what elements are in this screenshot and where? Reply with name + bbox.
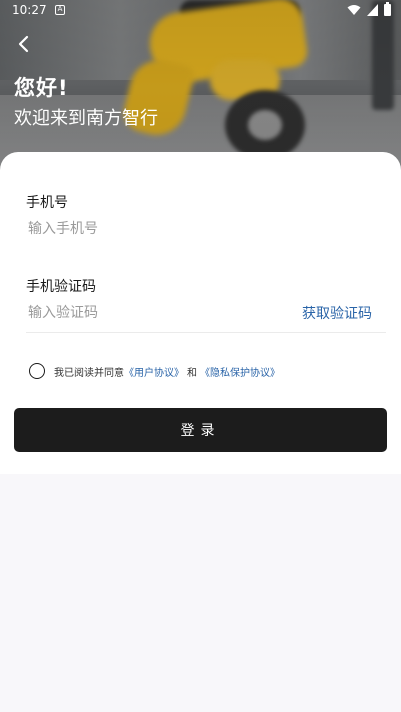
wifi-icon <box>347 5 361 15</box>
back-button[interactable] <box>12 32 36 56</box>
verification-code-input[interactable] <box>28 302 258 324</box>
greeting-subtitle: 欢迎来到南方智行 <box>14 108 158 129</box>
login-button[interactable]: 登录 <box>14 408 387 452</box>
greeting-title: 您好! <box>14 76 69 100</box>
phone-input[interactable] <box>28 218 368 240</box>
status-bar: 10:27 A <box>0 0 401 22</box>
battery-icon <box>384 2 391 16</box>
privacy-policy-link[interactable]: 《隐私保护协议》 <box>200 364 280 379</box>
agreement-and-text: 和 <box>187 367 197 379</box>
login-card: 手机号 手机验证码 获取验证码 我已阅读并同意 《用户协议》 和 《隐私保护协议… <box>0 152 401 474</box>
user-agreement-link[interactable]: 《用户协议》 <box>124 364 184 379</box>
agreement-text: 我已阅读并同意 <box>54 367 124 379</box>
status-time: 10:27 <box>12 3 47 17</box>
notification-icon: A <box>55 5 65 15</box>
agreement-row: 我已阅读并同意 《用户协议》 和 《隐私保护协议》 <box>29 362 280 380</box>
status-icons <box>347 2 391 16</box>
signal-icon <box>367 4 378 16</box>
get-verification-code-button[interactable]: 获取验证码 <box>302 303 372 323</box>
agreement-checkbox[interactable] <box>29 363 45 379</box>
divider <box>26 332 386 333</box>
chevron-left-icon <box>18 35 29 53</box>
phone-label: 手机号 <box>26 195 68 211</box>
verification-code-label: 手机验证码 <box>26 279 96 295</box>
